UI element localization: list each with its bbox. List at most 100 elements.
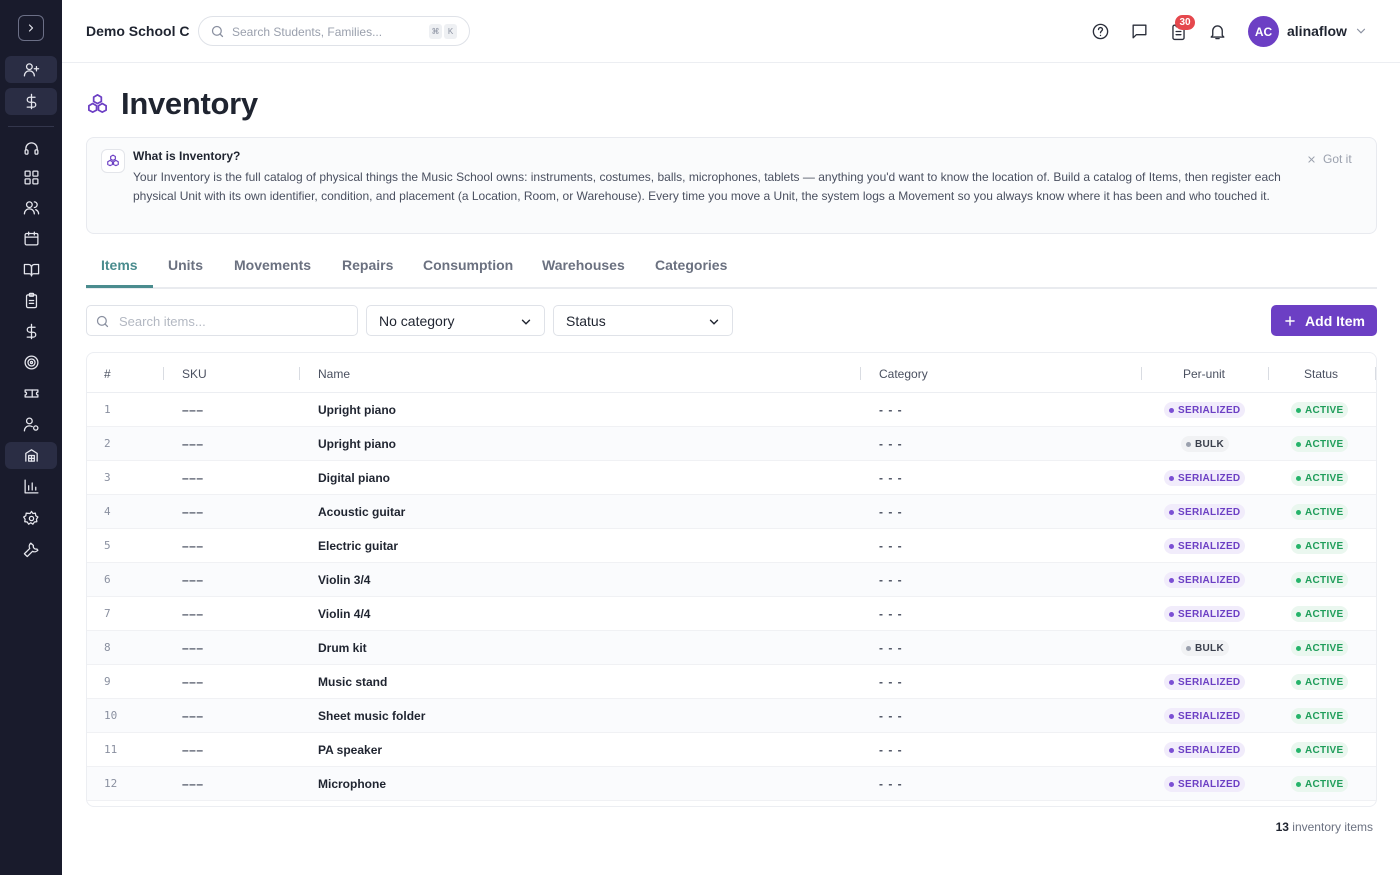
- per-unit-badge: SERIALIZED: [1164, 402, 1246, 418]
- badge-dot: [1296, 577, 1301, 583]
- tab-repairs[interactable]: Repairs: [342, 257, 393, 273]
- sidebar-item-settings[interactable]: [5, 505, 57, 532]
- column-header-category[interactable]: Category: [879, 367, 928, 381]
- table-row[interactable]: 8 ––– Drum kit - - - BULK ACTIVE: [87, 631, 1376, 665]
- badge-dot: [1186, 441, 1191, 447]
- row-name[interactable]: Violin 4/4: [318, 607, 370, 621]
- row-number: 2: [104, 437, 111, 450]
- row-name[interactable]: Digital piano: [318, 471, 390, 485]
- chevron-right-icon: [28, 24, 34, 32]
- row-name[interactable]: Microphone: [318, 777, 386, 791]
- column-header-status[interactable]: Status: [1304, 367, 1338, 381]
- tab-consumption[interactable]: Consumption: [423, 257, 513, 273]
- row-sku: –––: [182, 437, 204, 451]
- sidebar-item-goals[interactable]: [5, 349, 57, 376]
- row-category: - - -: [879, 607, 903, 621]
- column-header-sku[interactable]: SKU: [182, 367, 207, 381]
- top-header: Demo School C Search Students, Families.…: [62, 0, 1400, 63]
- help-button[interactable]: [1089, 20, 1111, 42]
- sidebar-item-support[interactable]: [5, 135, 57, 162]
- tab-units[interactable]: Units: [168, 257, 203, 273]
- row-sku: –––: [182, 641, 204, 655]
- sidebar-item-reports[interactable]: [5, 473, 57, 500]
- category-select[interactable]: No category: [366, 305, 545, 336]
- table-row[interactable]: 7 ––– Violin 4/4 - - - SERIALIZED ACTIVE: [87, 597, 1376, 631]
- sidebar-item-staff[interactable]: [5, 411, 57, 438]
- per-unit-label: SERIALIZED: [1178, 778, 1241, 790]
- items-table: # SKU Name Category Per-unit Status 1 –––…: [86, 352, 1377, 807]
- user-name[interactable]: alinaflow: [1287, 23, 1347, 39]
- status-label: ACTIVE: [1305, 778, 1344, 790]
- info-banner: What is Inventory? Your Inventory is the…: [86, 137, 1377, 234]
- per-unit-badge: SERIALIZED: [1164, 742, 1246, 758]
- dismiss-info-button[interactable]: Got it: [1307, 152, 1352, 166]
- status-badge: ACTIVE: [1291, 538, 1349, 554]
- row-category: - - -: [879, 743, 903, 757]
- row-number: 4: [104, 505, 111, 518]
- row-name[interactable]: Violin 3/4: [318, 573, 370, 587]
- table-row[interactable]: 11 ––– PA speaker - - - SERIALIZED ACTIVE: [87, 733, 1376, 767]
- target-icon: [23, 355, 39, 370]
- row-name[interactable]: Acoustic guitar: [318, 505, 405, 519]
- row-name[interactable]: Music stand: [318, 675, 387, 689]
- global-search-input[interactable]: Search Students, Families... ⌘ K: [198, 16, 470, 46]
- active-tab-indicator: [86, 285, 153, 288]
- notifications-button[interactable]: [1206, 20, 1228, 42]
- row-sku: –––: [182, 505, 204, 519]
- per-unit-label: SERIALIZED: [1178, 676, 1241, 688]
- sidebar-item-dashboard[interactable]: [5, 164, 57, 191]
- messages-button[interactable]: [1128, 20, 1150, 42]
- row-name[interactable]: Electric guitar: [318, 539, 398, 553]
- table-row[interactable]: 4 ––– Acoustic guitar - - - SERIALIZED ACTIVE: [87, 495, 1376, 529]
- badge-dot: [1296, 611, 1301, 617]
- row-name[interactable]: Upright piano: [318, 403, 396, 417]
- sidebar-item-courses[interactable]: [5, 256, 57, 283]
- table-row[interactable]: 1 ––– Upright piano - - - SERIALIZED ACTIVE: [87, 393, 1376, 427]
- sidebar-item-add-student[interactable]: [5, 56, 57, 83]
- sidebar-item-tasks[interactable]: [5, 287, 57, 314]
- column-header-name[interactable]: Name: [318, 367, 350, 381]
- sidebar-item-people[interactable]: [5, 194, 57, 221]
- status-label: ACTIVE: [1305, 506, 1344, 518]
- status-label: ACTIVE: [1305, 574, 1344, 586]
- per-unit-badge: SERIALIZED: [1164, 708, 1246, 724]
- per-unit-label: SERIALIZED: [1178, 540, 1241, 552]
- tab-movements[interactable]: Movements: [234, 257, 311, 273]
- row-name[interactable]: Drum kit: [318, 641, 367, 655]
- per-unit-label: SERIALIZED: [1178, 404, 1241, 416]
- per-unit-badge: SERIALIZED: [1164, 504, 1246, 520]
- row-number: 6: [104, 573, 111, 586]
- badge-dot: [1296, 645, 1301, 651]
- items-search-input[interactable]: Search items...: [86, 305, 358, 336]
- add-item-button[interactable]: Add Item: [1271, 305, 1377, 336]
- user-avatar[interactable]: AC: [1248, 16, 1279, 47]
- table-row[interactable]: 12 ––– Microphone - - - SERIALIZED ACTIVE: [87, 767, 1376, 801]
- tab-warehouses[interactable]: Warehouses: [542, 257, 625, 273]
- row-name[interactable]: Sheet music folder: [318, 709, 425, 723]
- row-name[interactable]: Upright piano: [318, 437, 396, 451]
- badge-dot: [1296, 407, 1301, 413]
- tab-items[interactable]: Items: [101, 257, 138, 273]
- status-select[interactable]: Status: [553, 305, 733, 336]
- status-label: ACTIVE: [1305, 710, 1344, 722]
- sidebar-item-tools[interactable]: [5, 536, 57, 563]
- table-row[interactable]: 10 ––– Sheet music folder - - - SERIALIZED AC…: [87, 699, 1376, 733]
- table-row[interactable]: 2 ––– Upright piano - - - BULK ACTIVE: [87, 427, 1376, 461]
- table-row[interactable]: 6 ––– Violin 3/4 - - - SERIALIZED ACTIVE: [87, 563, 1376, 597]
- sidebar-item-inventory[interactable]: [5, 442, 57, 469]
- sidebar-toggle-button[interactable]: [18, 15, 44, 41]
- badge-dot: [1186, 645, 1191, 651]
- sidebar-item-events[interactable]: [5, 380, 57, 407]
- table-row[interactable]: 3 ––– Digital piano - - - SERIALIZED ACTIVE: [87, 461, 1376, 495]
- chevron-down-icon[interactable]: [1354, 24, 1368, 38]
- table-row[interactable]: 5 ––– Electric guitar - - - SERIALIZED ACTIVE: [87, 529, 1376, 563]
- tab-categories[interactable]: Categories: [655, 257, 727, 273]
- sidebar-item-billing[interactable]: [5, 88, 57, 115]
- row-category: - - -: [879, 777, 903, 791]
- sidebar-item-finance[interactable]: [5, 318, 57, 345]
- sidebar-item-calendar[interactable]: [5, 225, 57, 252]
- table-row[interactable]: 9 ––– Music stand - - - SERIALIZED ACTIVE: [87, 665, 1376, 699]
- row-name[interactable]: PA speaker: [318, 743, 382, 757]
- column-header-per-unit[interactable]: Per-unit: [1183, 367, 1225, 381]
- badge-dot: [1169, 407, 1174, 413]
